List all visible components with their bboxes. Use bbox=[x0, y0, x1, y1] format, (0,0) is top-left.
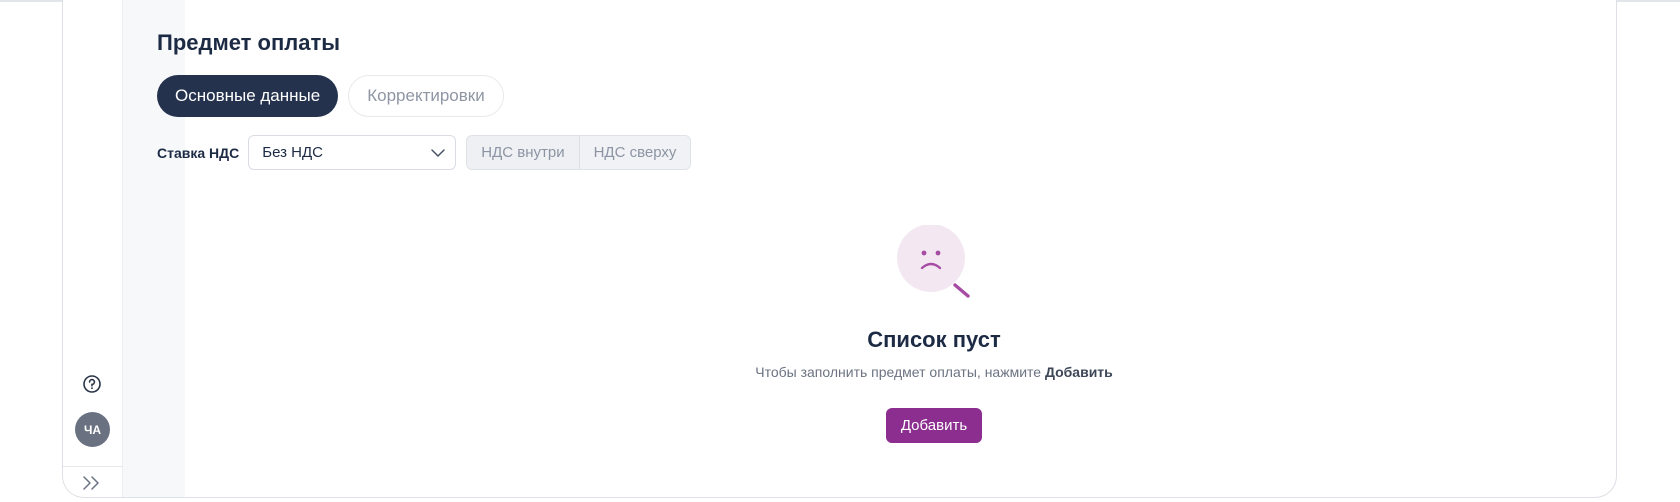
tab-bar: Основные данные Корректировки bbox=[157, 75, 504, 117]
vat-inside-option[interactable]: НДС внутри bbox=[467, 136, 578, 169]
vat-rate-select[interactable]: Без НДС bbox=[248, 135, 457, 170]
main-content: Предмет оплаты Основные данные Корректир… bbox=[157, 0, 1597, 497]
empty-state-description: Чтобы заполнить предмет оплаты, нажмите … bbox=[157, 364, 1616, 380]
vat-mode-toggle: НДС внутри НДС сверху bbox=[466, 135, 692, 170]
vat-rate-value: Без НДС bbox=[262, 144, 323, 161]
page-title: Предмет оплаты bbox=[157, 30, 341, 55]
add-button[interactable]: Добавить bbox=[886, 408, 982, 443]
double-chevron-right-icon[interactable] bbox=[81, 475, 103, 491]
sad-magnifier-icon bbox=[897, 225, 970, 298]
empty-state-action-text: Добавить bbox=[1044, 364, 1113, 380]
question-circle-icon[interactable] bbox=[82, 374, 102, 394]
chevron-down-icon bbox=[431, 148, 445, 157]
empty-state-text: Чтобы заполнить предмет оплаты, нажмите bbox=[755, 364, 1042, 380]
vat-row: Ставка НДС Без НДС НДС внутри НДС сверху bbox=[157, 135, 692, 170]
vat-on-top-option[interactable]: НДС сверху bbox=[578, 136, 691, 169]
avatar[interactable]: ЧА bbox=[75, 412, 110, 447]
left-rail: ЧА bbox=[63, 0, 123, 497]
empty-state-title: Список пуст bbox=[867, 327, 1001, 352]
vat-rate-label: Ставка НДС bbox=[157, 144, 240, 161]
tab-corrections[interactable]: Корректировки bbox=[348, 75, 504, 117]
app-frame: ЧА Предмет оплаты Основные данные Коррек… bbox=[62, 0, 1617, 498]
rail-divider bbox=[63, 466, 123, 467]
tab-main-data[interactable]: Основные данные bbox=[157, 75, 339, 117]
